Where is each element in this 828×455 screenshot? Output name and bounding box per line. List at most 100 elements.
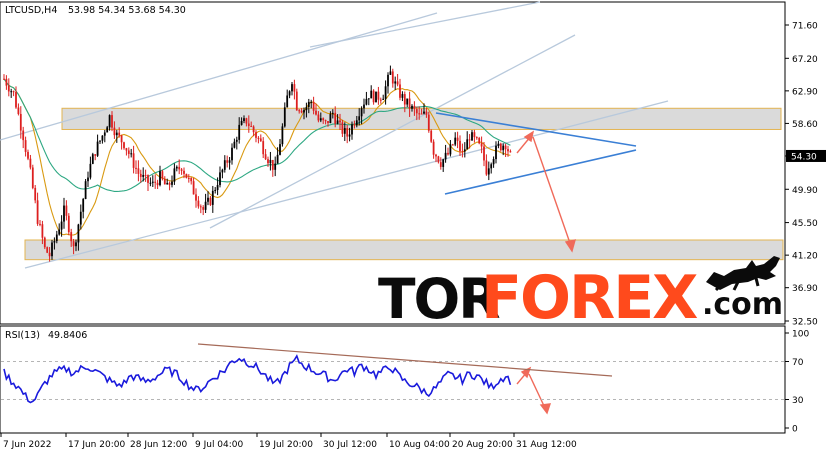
rsi-axis-label: 70	[792, 358, 804, 368]
candle-body	[250, 126, 253, 128]
candle-body	[3, 78, 5, 80]
candle-body	[29, 158, 32, 168]
price-axis-label: 36.90	[792, 284, 818, 294]
candle-body	[72, 241, 75, 247]
candle-body	[307, 101, 310, 107]
candle-body	[288, 91, 291, 96]
time-axis-label: 30 Jul 12:00	[323, 440, 377, 450]
candle-body	[63, 205, 65, 222]
rsi-axis-label: 0	[792, 425, 798, 435]
candle-body	[113, 127, 116, 136]
candle-body	[495, 145, 497, 160]
rsi-panel-frame	[0, 325, 786, 434]
candle-body	[444, 152, 447, 160]
candle-body	[353, 124, 356, 126]
candle-body	[391, 71, 394, 84]
candle-body	[399, 84, 401, 98]
candle-body	[204, 201, 207, 210]
candle-body	[137, 168, 140, 174]
candle-body	[118, 132, 121, 136]
candle-body	[127, 150, 130, 154]
price-axis-label: 45.50	[792, 219, 818, 229]
candle-body	[509, 151, 512, 153]
candle-body	[341, 122, 344, 134]
candle-body	[168, 182, 171, 185]
candle-body	[41, 224, 44, 238]
candle-body	[331, 112, 334, 114]
candle-body	[156, 182, 159, 186]
candle-body	[329, 113, 332, 124]
candle-body	[454, 137, 457, 145]
candle-body	[502, 145, 505, 151]
candle-body	[487, 168, 490, 175]
candle-body	[171, 181, 173, 185]
candle-body	[346, 128, 349, 137]
candle-body	[300, 110, 303, 113]
candle-body	[106, 127, 109, 133]
candle-body	[413, 105, 416, 110]
candle-body	[125, 148, 128, 151]
candle-body	[437, 156, 440, 163]
candle-body	[257, 137, 260, 139]
candle-body	[348, 134, 351, 137]
price-axis-label: 67.20	[792, 55, 818, 65]
candle-body	[295, 91, 298, 111]
candle-body	[185, 173, 188, 178]
candle-body	[401, 94, 404, 98]
candle-body	[283, 107, 286, 127]
candle-body	[406, 98, 409, 105]
candle-body	[130, 153, 133, 155]
chart-figure: TOR FOREX .com 71.6067.2062.9058.6054.30…	[0, 1, 826, 450]
candle-body	[58, 229, 61, 235]
price-axis-label: 41.20	[792, 252, 818, 262]
time-axis: 7 Jun 2022 17 Jun 20:00 28 Jun 12:00 9 Jul …	[0, 433, 577, 450]
watermark-forex: FOREX	[481, 263, 698, 333]
candle-body	[447, 152, 449, 155]
candle-body	[31, 167, 34, 188]
candle-body	[27, 151, 29, 159]
candle-body	[91, 154, 94, 164]
candle-body	[235, 139, 238, 142]
candle-body	[403, 94, 406, 105]
price-axis-label: 49.90	[792, 186, 818, 196]
candle-body	[271, 159, 274, 170]
candle-body	[396, 81, 399, 85]
candle-body	[305, 106, 308, 111]
candle-body	[435, 154, 437, 157]
candle-body	[108, 115, 111, 128]
candle-body	[115, 132, 118, 136]
candle-body	[202, 207, 205, 210]
candle-body	[324, 120, 327, 122]
candle-body	[19, 113, 22, 131]
candle-body	[425, 111, 428, 115]
current-price-tag: 54.30	[786, 149, 826, 162]
candle-body	[262, 141, 265, 155]
candle-body	[51, 242, 53, 257]
candle-body	[387, 74, 389, 87]
candle-body	[53, 241, 56, 243]
current-price-label: 54.30	[791, 152, 817, 162]
watermark-com: .com	[702, 287, 783, 322]
candle-body	[281, 126, 284, 145]
candle-body	[228, 160, 231, 163]
candle-body	[334, 112, 337, 124]
candle-body	[480, 143, 483, 147]
candle-body	[252, 126, 255, 133]
candle-body	[240, 121, 243, 125]
candle-body	[317, 114, 320, 121]
candle-body	[161, 171, 164, 179]
candle-body	[415, 109, 418, 114]
candle-body	[247, 123, 250, 127]
candle-body	[507, 149, 509, 152]
candle-body	[423, 111, 425, 114]
candle-body	[163, 178, 166, 185]
candle-body	[144, 174, 147, 176]
candle-body	[178, 166, 181, 170]
candle-body	[358, 116, 361, 121]
rsi-axis-label: 30	[792, 396, 804, 406]
candle-body	[243, 118, 245, 122]
candle-body	[298, 110, 301, 112]
candle-body	[408, 98, 411, 109]
candle-body	[89, 163, 92, 178]
candle-body	[77, 224, 80, 243]
